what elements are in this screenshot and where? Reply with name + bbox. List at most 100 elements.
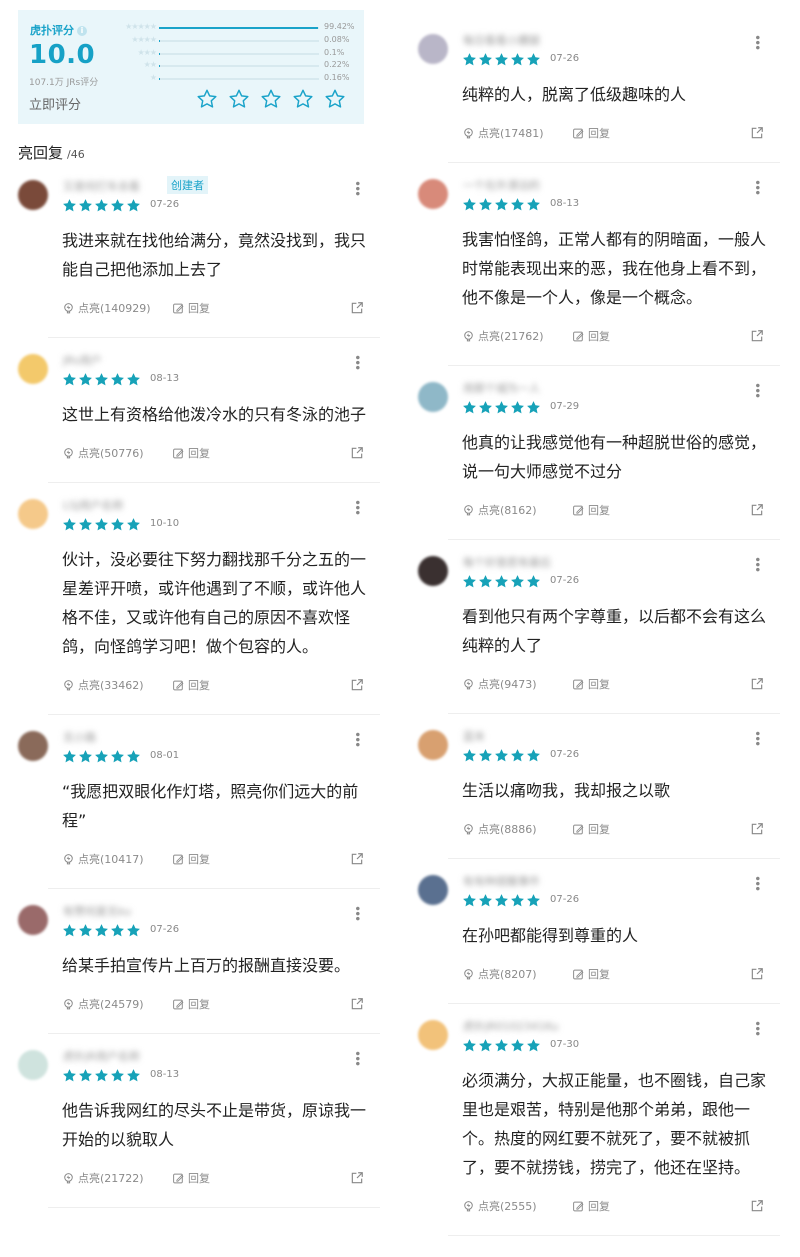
light-button[interactable]: 点亮(33462) <box>62 677 144 693</box>
light-button[interactable]: 点亮(21762) <box>462 328 544 344</box>
star-outline-icon[interactable] <box>324 88 346 110</box>
reply-button[interactable]: 回复 <box>572 328 610 344</box>
more-options-icon[interactable]: ••• <box>750 730 764 745</box>
avatar[interactable] <box>418 730 448 760</box>
share-icon[interactable] <box>350 997 364 1011</box>
reply-button[interactable]: 回复 <box>172 996 210 1012</box>
reply-button[interactable]: 回复 <box>572 502 610 518</box>
more-options-icon[interactable]: ••• <box>350 1050 364 1065</box>
rate-stars-input[interactable] <box>196 88 356 114</box>
more-options-icon[interactable]: ••• <box>350 905 364 920</box>
light-button[interactable]: 点亮(50776) <box>62 445 144 461</box>
more-options-icon[interactable]: ••• <box>350 180 364 195</box>
light-button[interactable]: 点亮(24579) <box>62 996 144 1012</box>
reply-button[interactable]: 回复 <box>172 1170 210 1186</box>
reply-button[interactable]: 回复 <box>172 677 210 693</box>
light-button[interactable]: 点亮(8207) <box>462 966 537 982</box>
more-options-icon[interactable]: ••• <box>750 1020 764 1035</box>
avatar[interactable] <box>418 179 448 209</box>
reply-button[interactable]: 回复 <box>572 1198 610 1214</box>
username[interactable]: 又是何打车去看 <box>63 178 140 194</box>
username[interactable]: 每个好意愿有最后 <box>463 554 551 570</box>
avatar[interactable] <box>418 382 448 412</box>
more-options-icon[interactable]: ••• <box>350 354 364 369</box>
star-outline-icon[interactable] <box>292 88 314 110</box>
share-icon[interactable] <box>350 678 364 692</box>
share-button[interactable] <box>750 966 764 985</box>
username[interactable]: LSJ用户名称 <box>63 497 123 513</box>
reply-button[interactable]: 回复 <box>572 676 610 692</box>
share-button[interactable] <box>750 502 764 521</box>
share-icon[interactable] <box>750 503 764 517</box>
light-button[interactable]: 点亮(8162) <box>462 502 537 518</box>
more-options-icon[interactable]: ••• <box>350 731 364 746</box>
username[interactable]: JRs用户 <box>63 352 102 368</box>
share-button[interactable] <box>350 1170 364 1189</box>
light-button[interactable]: 点亮(140929) <box>62 300 151 316</box>
star-outline-icon[interactable] <box>228 88 250 110</box>
share-button[interactable] <box>750 821 764 840</box>
share-button[interactable] <box>350 445 364 464</box>
light-button[interactable]: 点亮(2555) <box>462 1198 537 1214</box>
share-button[interactable] <box>350 996 364 1015</box>
username[interactable]: 虎扑JR用户名称 <box>63 1048 140 1064</box>
share-icon[interactable] <box>350 301 364 315</box>
share-icon[interactable] <box>350 446 364 460</box>
reply-button[interactable]: 回复 <box>172 445 210 461</box>
light-button[interactable]: 点亮(21722) <box>62 1170 144 1186</box>
share-button[interactable] <box>750 328 764 347</box>
share-button[interactable] <box>750 1198 764 1217</box>
star-outline-icon[interactable] <box>260 88 282 110</box>
share-icon[interactable] <box>750 329 764 343</box>
reply-button[interactable]: 回复 <box>172 851 210 867</box>
share-button[interactable] <box>350 677 364 696</box>
share-icon[interactable] <box>350 1171 364 1185</box>
username[interactable]: 每日看看小腰腿 <box>463 32 540 48</box>
share-icon[interactable] <box>750 677 764 691</box>
avatar[interactable] <box>418 556 448 586</box>
share-button[interactable] <box>350 851 364 870</box>
avatar[interactable] <box>18 499 48 529</box>
rate-now-label[interactable]: 立即评分 <box>29 94 81 113</box>
avatar[interactable] <box>18 354 48 384</box>
light-button[interactable]: 点亮(8886) <box>462 821 537 837</box>
share-icon[interactable] <box>750 1199 764 1213</box>
share-button[interactable] <box>750 676 764 695</box>
more-options-icon[interactable]: ••• <box>750 382 764 397</box>
reply-button[interactable]: 回复 <box>572 966 610 982</box>
username[interactable]: 用那个城为一人 <box>463 380 540 396</box>
more-options-icon[interactable]: ••• <box>750 179 764 194</box>
more-options-icon[interactable]: ••• <box>750 875 764 890</box>
avatar[interactable] <box>18 905 48 935</box>
avatar[interactable] <box>18 180 48 210</box>
username[interactable]: 虎扑JR0102341Ku <box>463 1018 559 1034</box>
username[interactable]: 有赞何夏无ku <box>63 903 131 919</box>
light-button[interactable]: 点亮(10417) <box>62 851 144 867</box>
share-button[interactable] <box>350 300 364 319</box>
username[interactable]: 有有种提醒事件 <box>463 873 540 889</box>
avatar[interactable] <box>418 1020 448 1050</box>
avatar[interactable] <box>418 875 448 905</box>
share-icon[interactable] <box>350 852 364 866</box>
share-icon[interactable] <box>750 967 764 981</box>
reply-button[interactable]: 回复 <box>172 300 210 316</box>
avatar[interactable] <box>18 1050 48 1080</box>
share-icon[interactable] <box>750 126 764 140</box>
avatar[interactable] <box>18 731 48 761</box>
username[interactable]: 蓝末 <box>463 728 485 744</box>
light-button[interactable]: 点亮(17481) <box>462 125 544 141</box>
light-bulb-icon <box>464 823 473 834</box>
more-options-icon[interactable]: ••• <box>750 556 764 571</box>
light-button[interactable]: 点亮(9473) <box>462 676 537 692</box>
username[interactable]: 无小路 <box>63 729 96 745</box>
more-options-icon[interactable]: ••• <box>750 34 764 49</box>
more-options-icon[interactable]: ••• <box>350 499 364 514</box>
share-button[interactable] <box>750 125 764 144</box>
avatar[interactable] <box>418 34 448 64</box>
reply-button[interactable]: 回复 <box>572 821 610 837</box>
info-icon[interactable]: i <box>77 26 87 36</box>
share-icon[interactable] <box>750 822 764 836</box>
username[interactable]: 一个在外漂泊的 <box>463 177 540 193</box>
reply-button[interactable]: 回复 <box>572 125 610 141</box>
star-outline-icon[interactable] <box>196 88 218 110</box>
